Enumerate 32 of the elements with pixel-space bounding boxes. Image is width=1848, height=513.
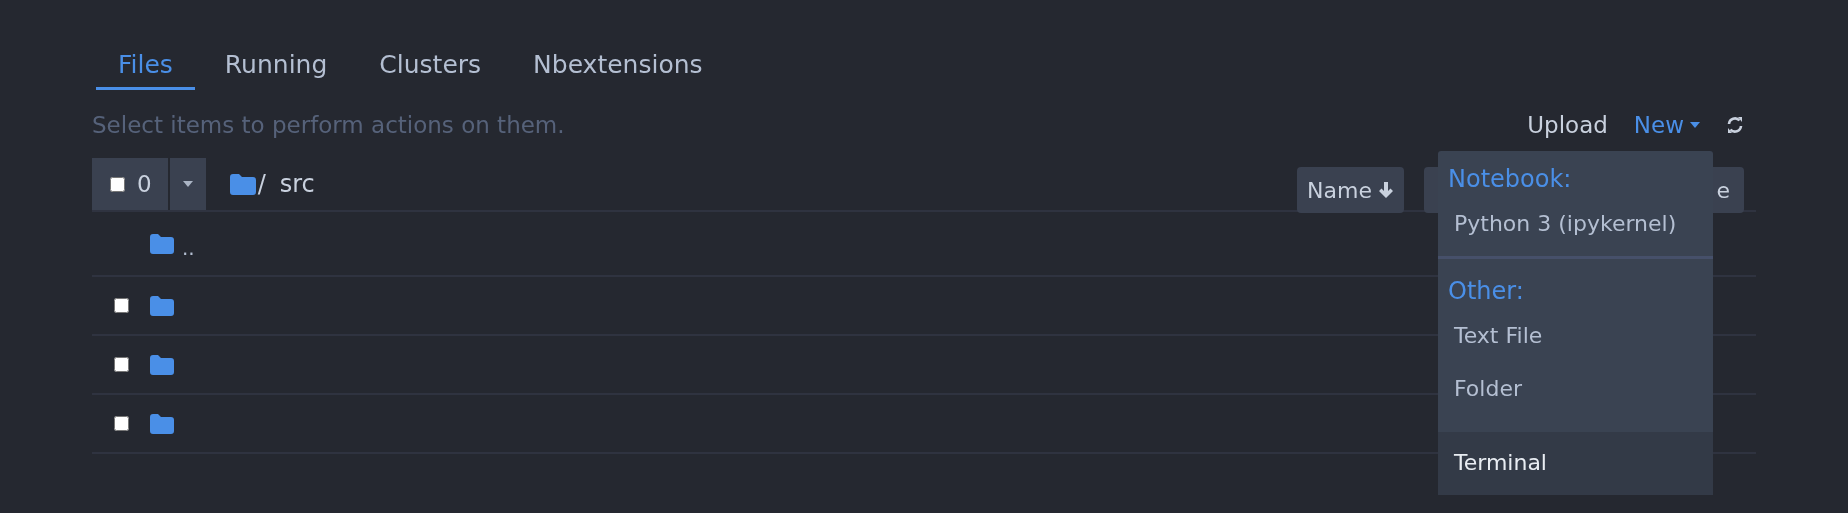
folder-icon [150,233,174,254]
menu-item[interactable]: Folder [1438,362,1713,415]
caret-icon [182,181,193,187]
menu-item[interactable]: Terminal [1438,432,1713,495]
hint-text: Select items to perform actions on them. [92,112,565,138]
menu-header: Notebook: [1447,164,1573,195]
tab[interactable]: Files [96,50,195,90]
menu-item[interactable]: Python 3 (ipykernel) [1438,197,1713,250]
new-button[interactable]: New [1633,112,1700,138]
folder-icon [150,413,174,434]
tab[interactable]: Nbextensions [511,50,725,90]
select-all-button[interactable]: 0 [92,158,168,210]
upload-button[interactable]: Upload [1527,112,1608,138]
parent-folder-link[interactable]: .. [182,235,195,260]
down-arrow-icon [1378,181,1394,199]
folder-icon [150,295,174,316]
row-checkbox[interactable] [113,416,129,431]
sort-button[interactable]: Name [1297,167,1404,213]
folder-icon[interactable] [229,173,256,195]
tab[interactable]: Running [202,50,350,90]
refresh-icon[interactable] [1726,116,1744,134]
folder-icon [150,354,174,375]
row-checkbox[interactable] [113,357,129,372]
tab[interactable]: Clusters [357,50,504,90]
path-separator: / [257,170,266,198]
menu-header: Other: [1447,276,1525,307]
caret-icon [1690,122,1700,128]
breadcrumb-link[interactable]: src [279,170,315,198]
menu-item[interactable]: Text File [1438,309,1713,362]
selected-count: 0 [137,171,152,197]
row-checkbox[interactable] [113,298,129,313]
select-all-checkbox[interactable] [110,176,125,192]
